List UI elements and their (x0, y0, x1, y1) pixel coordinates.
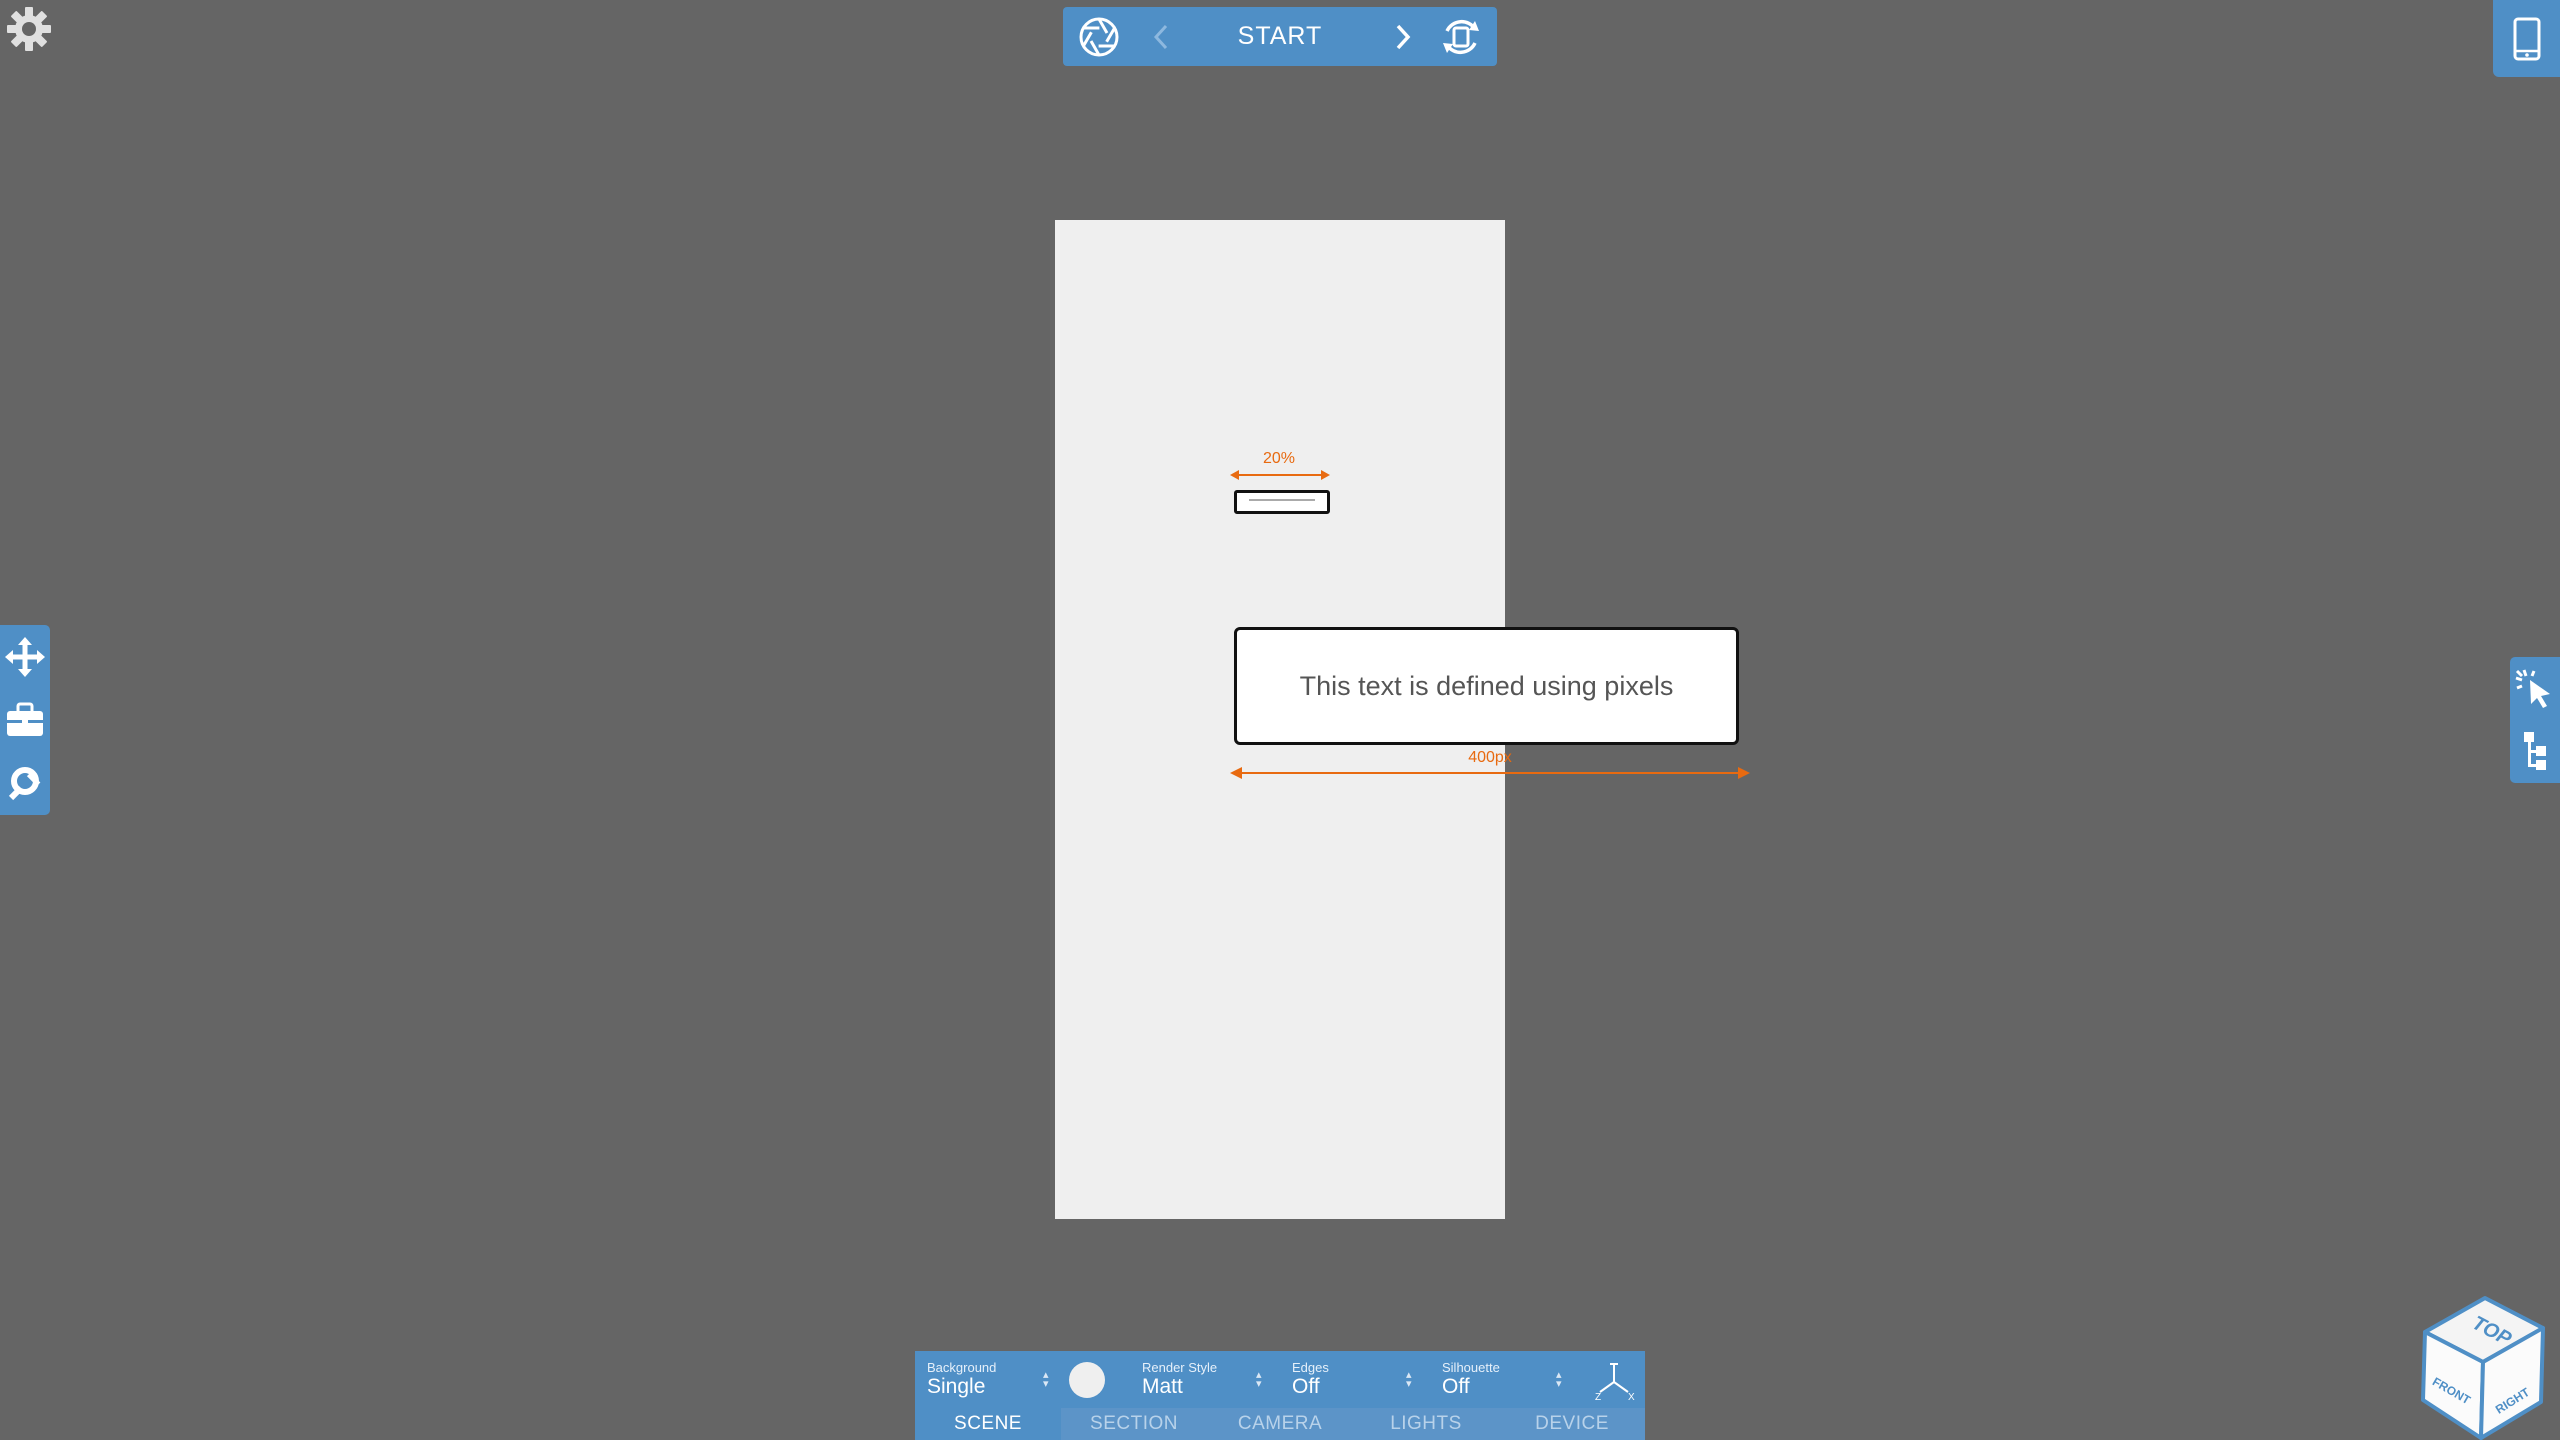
silhouette-value: Off (1442, 1375, 1470, 1398)
pixel-dimension-arrow (1230, 767, 1750, 779)
tools-icon[interactable] (0, 753, 50, 813)
silhouette-label: Silhouette (1442, 1360, 1500, 1375)
select-pointer-icon[interactable] (2510, 659, 2560, 719)
tab-scene[interactable]: SCENE (915, 1408, 1061, 1440)
axes-icon[interactable]: Z X (1590, 1351, 1640, 1408)
left-toolbar (0, 625, 50, 815)
render-style-select[interactable]: Render Style Matt ▴ ▾ (1130, 1351, 1270, 1408)
edges-select[interactable]: Edges Off ▴ ▾ (1280, 1351, 1420, 1408)
render-style-label: Render Style (1142, 1360, 1218, 1375)
select-arrows-icon: ▴ ▾ (1256, 1369, 1262, 1390)
select-arrows-icon: ▴ ▾ (1043, 1369, 1049, 1390)
move-icon[interactable] (0, 627, 50, 687)
background-select[interactable]: Background Single ▴ ▾ (915, 1351, 1055, 1408)
hierarchy-tree-icon[interactable] (2510, 721, 2560, 781)
device-preview-button[interactable] (2493, 0, 2560, 77)
scene-settings-panel: Background Single ▴ ▾ Render Style Matt ▴… (915, 1351, 1645, 1440)
percent-dimension-label: 20% (1262, 450, 1296, 467)
rotate-device-icon[interactable] (1433, 7, 1489, 66)
tab-section[interactable]: SECTION (1061, 1408, 1207, 1440)
phone-icon (2513, 17, 2540, 60)
background-color-swatch[interactable] (1065, 1351, 1115, 1408)
pixel-text-box[interactable]: This text is defined using pixels (1234, 627, 1739, 745)
render-style-value: Matt (1142, 1375, 1183, 1398)
top-toolbar: START (1063, 7, 1497, 66)
aperture-icon[interactable] (1071, 7, 1127, 66)
tab-lights[interactable]: LIGHTS (1353, 1408, 1499, 1440)
settings-gear-icon[interactable] (4, 4, 54, 54)
right-toolbar (2510, 657, 2560, 783)
edges-label: Edges (1292, 1360, 1329, 1375)
tab-device[interactable]: DEVICE (1499, 1408, 1645, 1440)
percent-text-placeholder (1249, 499, 1315, 501)
svg-text:X: X (1628, 1392, 1635, 1402)
select-arrows-icon: ▴ ▾ (1406, 1369, 1412, 1390)
percent-text-box[interactable] (1234, 490, 1330, 514)
panel-tabs: SCENE SECTION CAMERA LIGHTS DEVICE (915, 1408, 1645, 1440)
scene-settings-row: Background Single ▴ ▾ Render Style Matt ▴… (915, 1351, 1645, 1408)
view-cube[interactable]: TOP FRONT RIGHT (2405, 1290, 2555, 1440)
pixel-text: This text is defined using pixels (1299, 670, 1674, 701)
edges-value: Off (1292, 1375, 1320, 1398)
silhouette-select[interactable]: Silhouette Off ▴ ▾ (1430, 1351, 1570, 1408)
tab-camera[interactable]: CAMERA (1207, 1408, 1353, 1440)
background-value: Single (927, 1375, 986, 1398)
svg-text:Z: Z (1595, 1392, 1601, 1402)
percent-dimension-arrow (1230, 470, 1330, 480)
start-label[interactable]: START (1163, 7, 1397, 66)
chevron-right-icon[interactable] (1383, 7, 1423, 66)
background-label: Background (927, 1360, 997, 1375)
select-arrows-icon: ▴ ▾ (1556, 1369, 1562, 1390)
toolbox-icon[interactable] (0, 690, 50, 750)
